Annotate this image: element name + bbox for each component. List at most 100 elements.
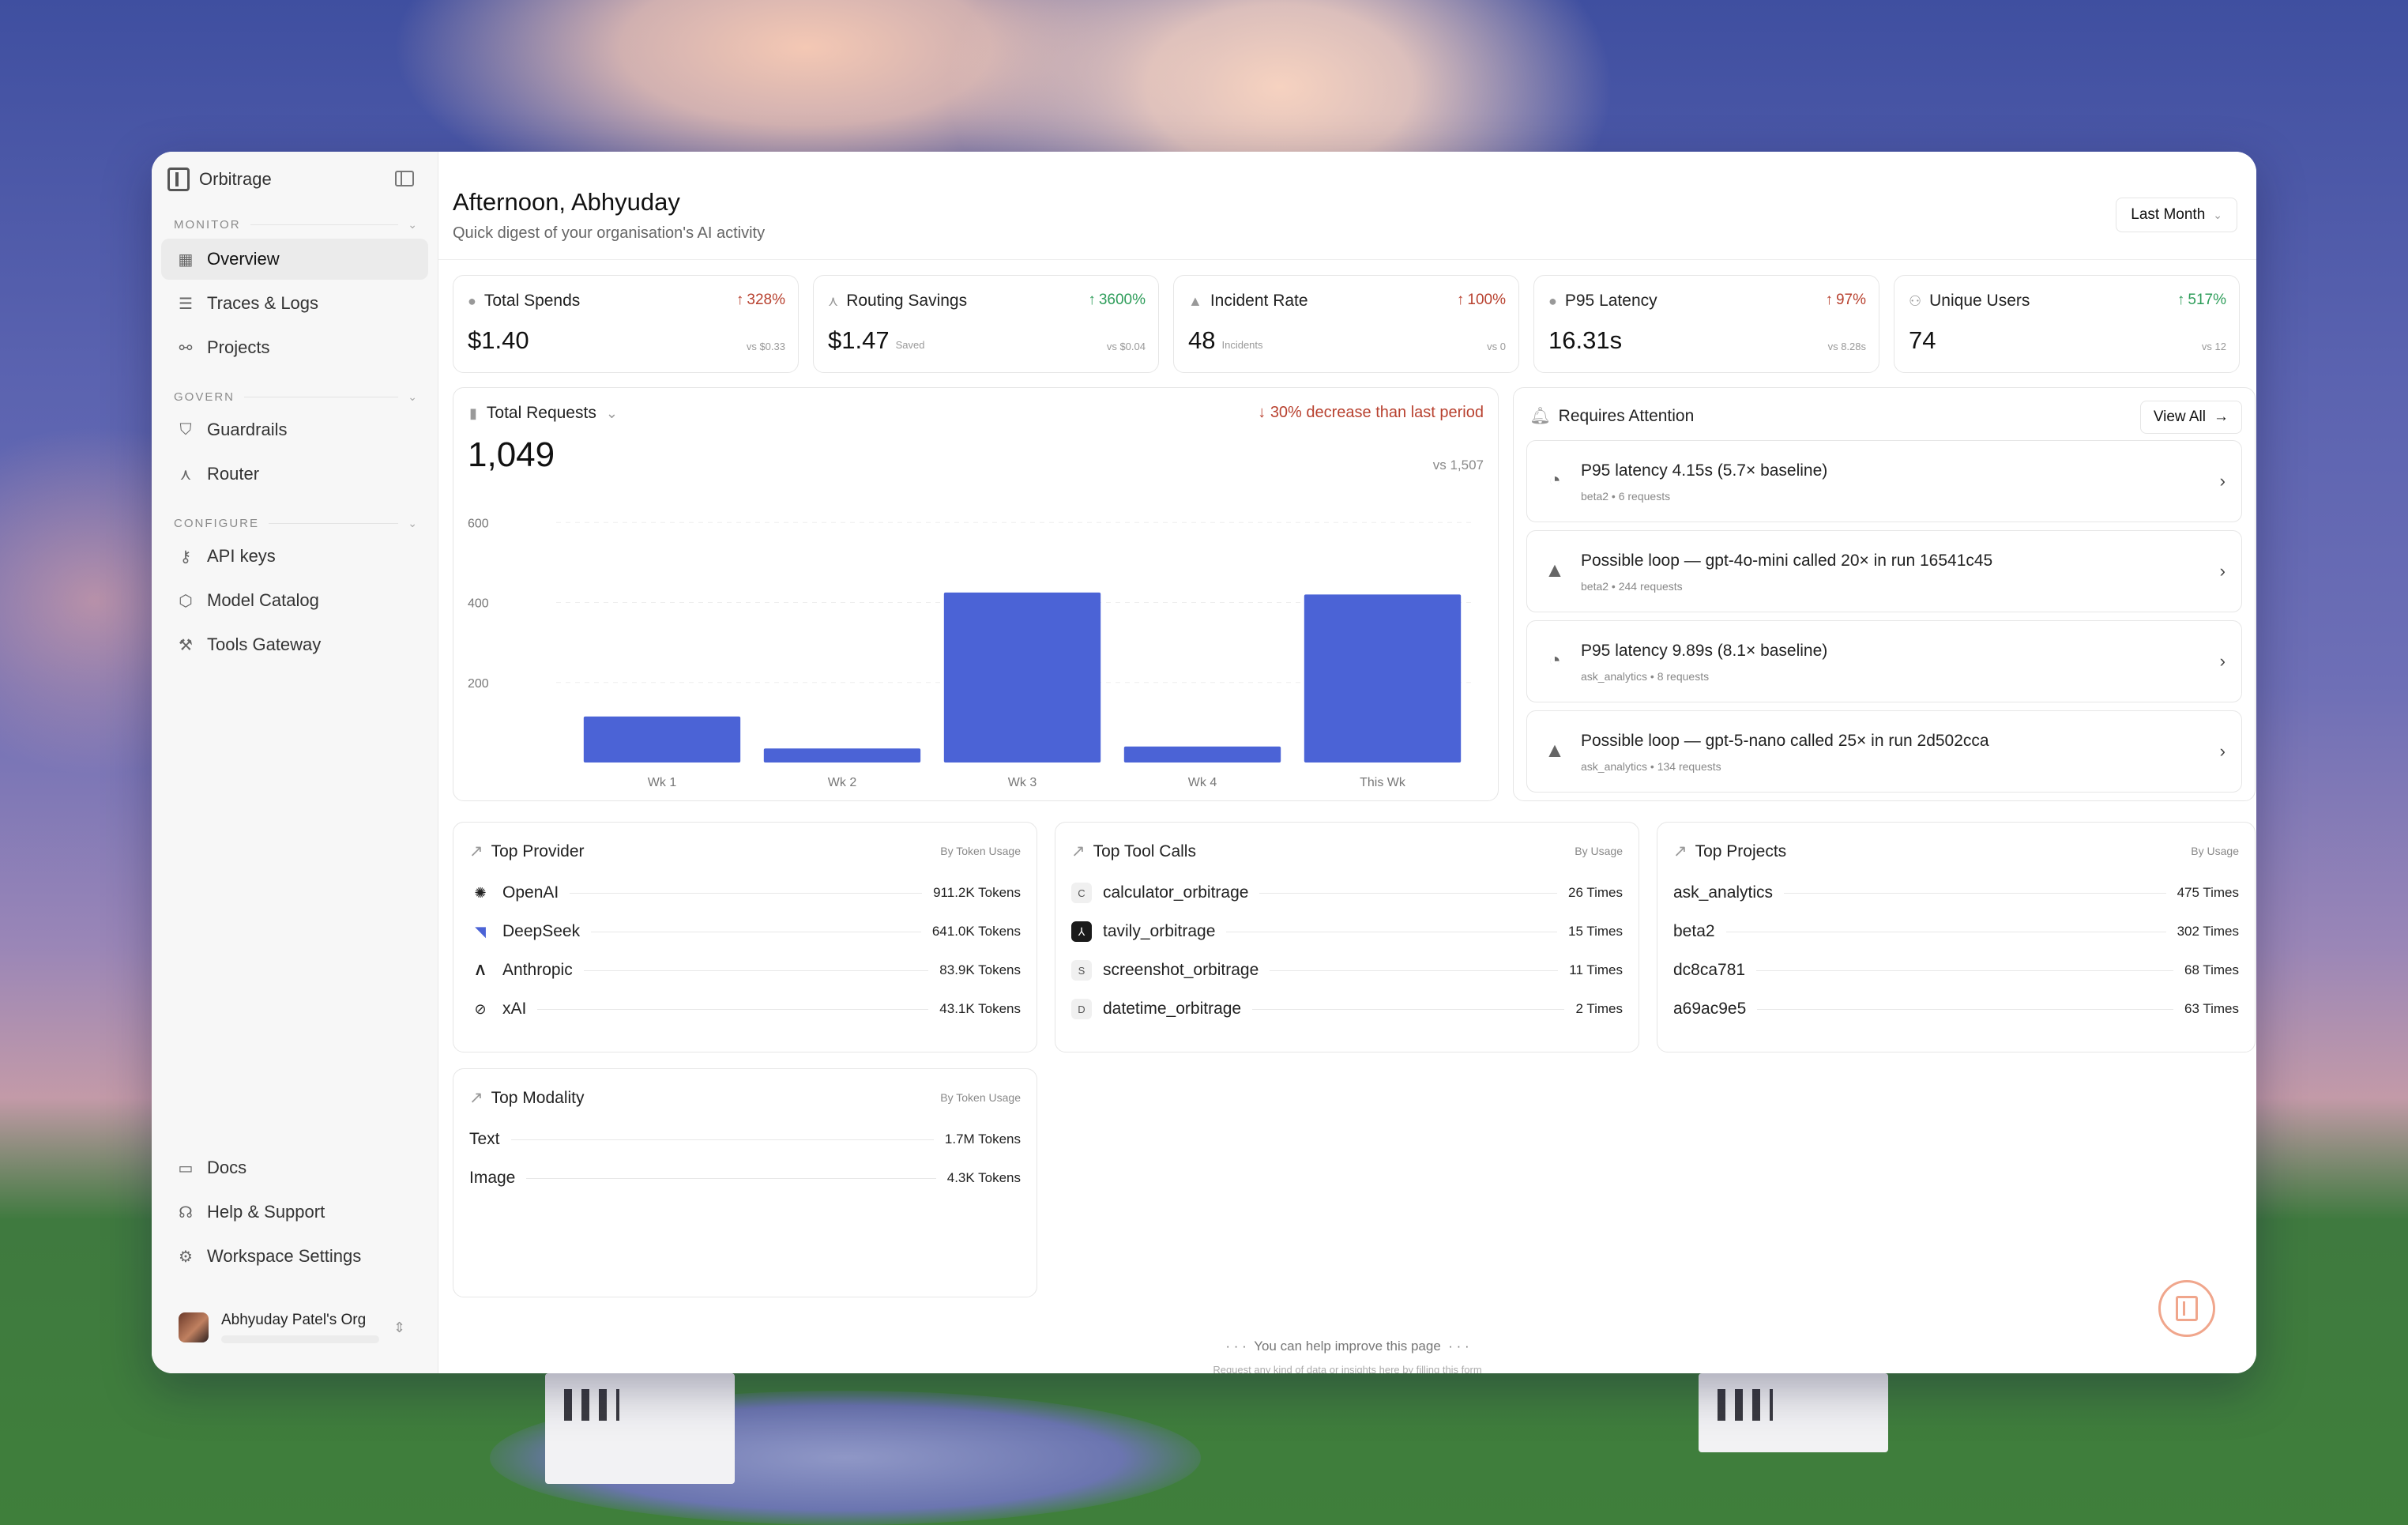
anthropic-icon: Λ	[475, 962, 485, 978]
sidebar-item-overview[interactable]: ▦ Overview	[161, 239, 428, 280]
bar[interactable]	[763, 748, 921, 762]
chevron-down-icon[interactable]: ⌄	[408, 517, 419, 530]
sidebar-item-workspace-settings[interactable]: ⚙ Workspace Settings	[161, 1236, 428, 1277]
kpi-unique-users[interactable]: ⚇ Unique Users ↑ 517% 74 vs 12	[1894, 275, 2240, 373]
sidebar-item-guardrails[interactable]: ⛉ Guardrails	[161, 409, 428, 450]
projects-icon: ⚯	[179, 339, 193, 357]
chevron-down-icon: ⌄	[2213, 208, 2222, 221]
key-icon: ⚷	[179, 548, 192, 566]
list-item[interactable]: beta2 302 Times	[1673, 920, 2239, 943]
gear-icon: ⚙	[179, 1248, 193, 1266]
arrow-up-icon: ↑	[1825, 292, 1833, 308]
background-house-left	[545, 1373, 735, 1484]
top-projects-card: ↗ Top Projects By Usage ask_analytics 475 …	[1657, 822, 2256, 1052]
cube-icon: ⬡	[179, 592, 193, 610]
attention-item[interactable]: ◔ P95 latency 9.89s (8.1× baseline) ask_…	[1526, 620, 2242, 702]
bell-icon: 🔔︎	[1529, 407, 1551, 425]
total-requests-card: ▮ Total Requests ⌄ 1,049 ↓ 30% decrease …	[453, 387, 1499, 801]
feedback-link[interactable]: Request any kind of data or insights her…	[438, 1364, 2256, 1373]
users-icon: ⚇	[1909, 292, 1922, 309]
orbitrage-assistant-button[interactable]	[2158, 1280, 2215, 1337]
list-item[interactable]: Ddatetime_orbitrage 2 Times	[1071, 997, 1623, 1021]
chevron-right-icon: ›	[2219, 561, 2226, 581]
y-tick-label: 400	[468, 597, 489, 611]
book-icon: ▭	[178, 1159, 194, 1177]
chevron-updown-icon[interactable]: ⇕	[393, 1320, 405, 1336]
chevron-down-icon[interactable]: ⌄	[408, 390, 419, 404]
y-tick-label: 200	[468, 677, 489, 691]
traces-icon: ☰	[179, 295, 193, 313]
list-item[interactable]: a69ac9e5 63 Times	[1673, 997, 2239, 1021]
timer-icon: ◔	[1548, 468, 1561, 491]
x-tick-label: Wk 1	[648, 776, 677, 789]
tool-badge-icon: D	[1071, 999, 1092, 1019]
bar[interactable]	[583, 716, 741, 762]
list-item[interactable]: Ccalculator_orbitrage 26 Times	[1071, 881, 1623, 905]
list-item[interactable]: ask_analytics 475 Times	[1673, 881, 2239, 905]
chevron-right-icon: ›	[2219, 471, 2226, 491]
page-title: Afternoon, Abhyuday	[453, 188, 680, 216]
x-tick-label: Wk 3	[1008, 776, 1037, 789]
y-tick-label: 600	[468, 517, 489, 530]
avatar	[179, 1312, 209, 1342]
section-govern: GOVERN ⌄	[174, 390, 419, 404]
date-range-select[interactable]: Last Month ⌄	[2116, 198, 2237, 232]
sidebar: Orbitrage MONITOR ⌄ ▦ Overview ☰ Traces &…	[152, 152, 438, 1373]
sidebar-toggle-icon[interactable]	[395, 171, 414, 186]
list-item[interactable]: Λ Anthropic 83.9K Tokens	[469, 958, 1021, 982]
attention-item[interactable]: ▲ Possible loop — gpt-5-nano called 25× …	[1526, 710, 2242, 793]
feedback-prompt: · · · You can help improve this page · ·…	[1225, 1339, 1469, 1354]
headset-icon: ☊	[179, 1203, 193, 1222]
list-item[interactable]: Image 4.3K Tokens	[469, 1166, 1021, 1190]
attention-item[interactable]: ▲ Possible loop — gpt-4o-mini called 20×…	[1526, 530, 2242, 612]
top-modality-card: ↗ Top Modality By Token Usage Text 1.7M To…	[453, 1068, 1037, 1297]
orbitrage-logo-icon	[167, 168, 190, 191]
view-all-button[interactable]: View All →	[2139, 401, 2242, 434]
kpi-routing-savings[interactable]: ⋏ Routing Savings ↑ 3600% $1.47 Saved vs $0…	[813, 275, 1159, 373]
wrench-icon: ⚒	[179, 636, 193, 654]
bar[interactable]	[1304, 594, 1462, 762]
list-item[interactable]: dc8ca781 68 Times	[1673, 958, 2239, 982]
background-house-right	[1699, 1373, 1888, 1452]
bar[interactable]	[943, 592, 1101, 762]
kpi-incident-rate[interactable]: ▲ Incident Rate ↑ 100% 48 Incidents vs 0	[1173, 275, 1519, 373]
x-tick-label: Wk 2	[828, 776, 857, 789]
chevron-down-icon[interactable]: ⌄	[408, 218, 419, 232]
openai-icon: ✺	[474, 884, 487, 901]
org-subtitle-placeholder	[221, 1335, 379, 1343]
kpi-total-spends[interactable]: ● Total Spends ↑ 328% $1.40 vs $0.33	[453, 275, 799, 373]
chevron-right-icon: ›	[2219, 741, 2226, 761]
list-item[interactable]: ⅄ tavily_orbitrage 15 Times	[1071, 920, 1623, 943]
sidebar-item-router[interactable]: ⋏ Router	[161, 454, 428, 495]
sidebar-item-api-keys[interactable]: ⚷ API keys	[161, 536, 428, 577]
header-divider	[438, 259, 2256, 260]
brand[interactable]: Orbitrage	[167, 168, 272, 191]
requests-bar-chart: 200 400 600 Wk 1 Wk 2 Wk 3 Wk 4 This Wk	[468, 517, 1473, 789]
list-item[interactable]: ⊘ xAI 43.1K Tokens	[469, 997, 1021, 1021]
trend-icon: ↗	[1673, 842, 1687, 860]
sidebar-item-model-catalog[interactable]: ⬡ Model Catalog	[161, 580, 428, 621]
requires-attention-card: 🔔︎ Requires Attention View All → ◔ P95 lat…	[1513, 387, 2256, 801]
timer-icon: ●	[1548, 292, 1557, 309]
sidebar-item-traces-logs[interactable]: ☰ Traces & Logs	[161, 283, 428, 324]
main-content: Afternoon, Abhyuday Quick digest of your…	[438, 152, 2256, 1373]
sidebar-item-docs[interactable]: ▭ Docs	[161, 1147, 428, 1188]
attention-item[interactable]: ◔ P95 latency 4.15s (5.7× baseline) beta…	[1526, 440, 2242, 522]
list-item[interactable]: ◥ DeepSeek 641.0K Tokens	[469, 920, 1021, 943]
kpi-p95-latency[interactable]: ● P95 Latency ↑ 97% 16.31s vs 8.28s	[1533, 275, 1879, 373]
route-icon: ⋏	[828, 292, 839, 309]
list-item[interactable]: Sscreenshot_orbitrage 11 Times	[1071, 958, 1623, 982]
bar[interactable]	[1123, 746, 1281, 762]
trend-icon: ↗	[469, 842, 483, 860]
top-tool-calls-card: ↗ Top Tool Calls By Usage Ccalculator_orb…	[1055, 822, 1639, 1052]
org-switcher[interactable]: Abhyuday Patel's Org	[179, 1312, 379, 1343]
sidebar-item-projects[interactable]: ⚯ Projects	[161, 327, 428, 368]
sidebar-item-tools-gateway[interactable]: ⚒ Tools Gateway	[161, 624, 428, 665]
sidebar-item-help-support[interactable]: ☊ Help & Support	[161, 1192, 428, 1233]
list-item[interactable]: ✺ OpenAI 911.2K Tokens	[469, 881, 1021, 905]
top-provider-card: ↗ Top Provider By Token Usage ✺ OpenAI 911.…	[453, 822, 1037, 1052]
warning-icon: ▲	[1545, 738, 1565, 762]
list-item[interactable]: Text 1.7M Tokens	[469, 1128, 1021, 1151]
trend-icon: ↗	[469, 1089, 483, 1107]
deepseek-icon: ◥	[475, 923, 486, 939]
